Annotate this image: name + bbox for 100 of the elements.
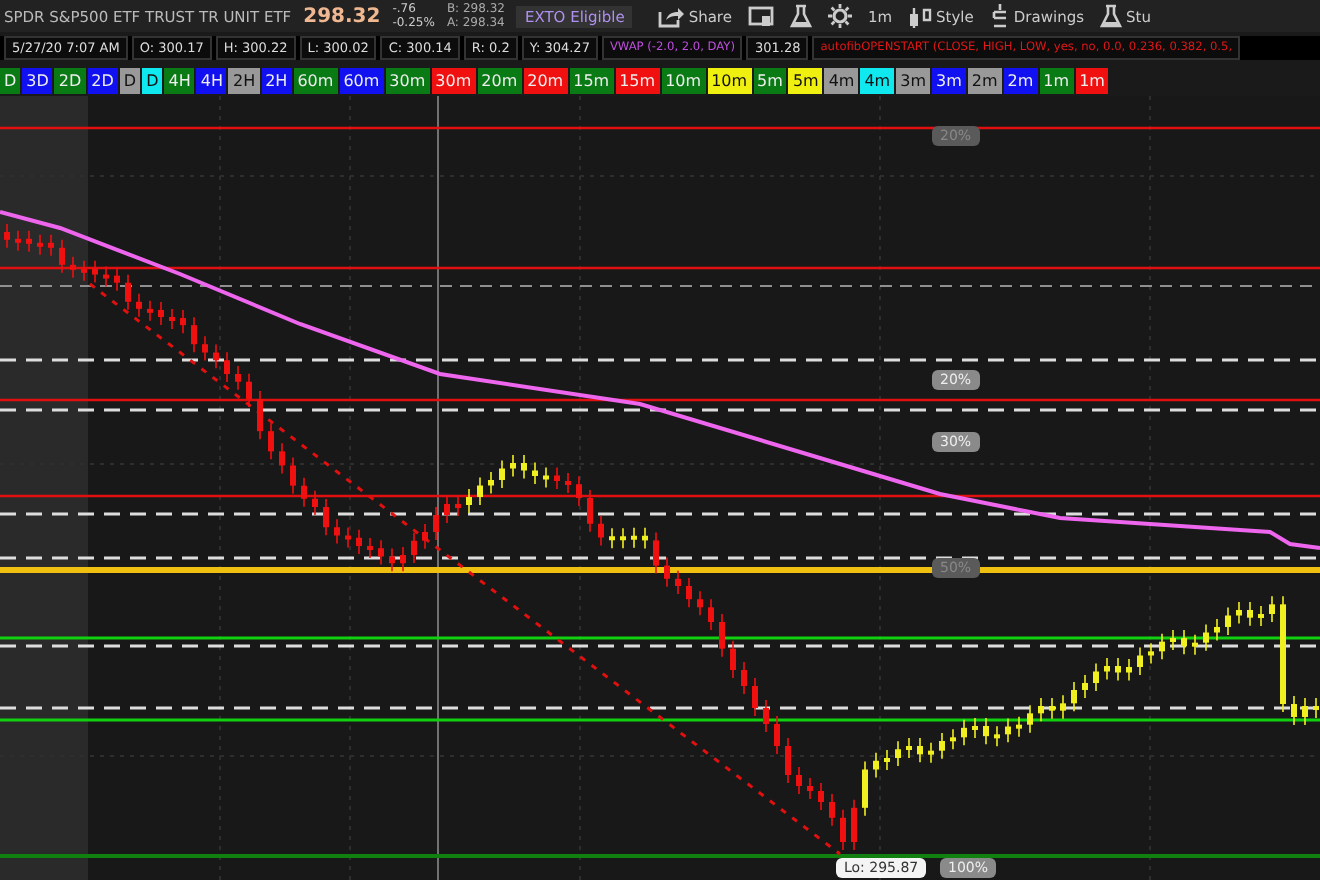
timeframe-button[interactable]: 4H bbox=[164, 68, 195, 94]
candlestick bbox=[125, 273, 131, 311]
candle-icon bbox=[908, 5, 933, 27]
candlestick bbox=[862, 760, 868, 817]
candlestick bbox=[312, 489, 318, 516]
settings-icon bbox=[827, 4, 852, 28]
timeframe-button[interactable]: 60m bbox=[293, 68, 338, 94]
candlestick bbox=[59, 239, 65, 274]
candlestick bbox=[994, 725, 1000, 748]
candlestick bbox=[136, 293, 142, 318]
timeframe-button[interactable]: 1m bbox=[1039, 68, 1074, 94]
candlestick bbox=[587, 489, 593, 533]
timeframe-button[interactable]: 30m bbox=[385, 68, 430, 94]
candlestick bbox=[1291, 695, 1297, 726]
candlestick bbox=[785, 737, 791, 784]
candlestick bbox=[686, 577, 692, 608]
timeframe-button[interactable]: 60m bbox=[339, 68, 384, 94]
timeframe-button[interactable]: 20m bbox=[477, 68, 522, 94]
candlestick bbox=[1302, 697, 1308, 726]
candlestick bbox=[697, 590, 703, 617]
candlestick bbox=[642, 526, 648, 550]
timeframe-button[interactable]: 30m bbox=[431, 68, 476, 94]
timeframe-button[interactable]: 3D bbox=[22, 68, 53, 94]
candlestick bbox=[1060, 694, 1066, 720]
candlestick bbox=[598, 514, 604, 547]
candlestick bbox=[499, 459, 505, 489]
candlestick bbox=[818, 782, 824, 811]
candlestick bbox=[730, 639, 736, 679]
timeframe-button[interactable]: 20m bbox=[523, 68, 568, 94]
candlestick bbox=[1093, 662, 1099, 692]
candlestick bbox=[1104, 657, 1110, 681]
timeframe-button[interactable]: 10m bbox=[661, 68, 706, 94]
candlestick bbox=[1203, 623, 1209, 652]
candlestick bbox=[1225, 606, 1231, 636]
timeframe-button[interactable]: D bbox=[0, 68, 21, 94]
candlestick bbox=[576, 475, 582, 507]
candlestick bbox=[1027, 704, 1033, 734]
candlestick bbox=[554, 466, 560, 490]
timeframe-button[interactable]: 3m bbox=[932, 68, 966, 94]
candlestick bbox=[367, 537, 373, 559]
timeframe-button[interactable]: 2D bbox=[87, 68, 118, 94]
candlestick bbox=[477, 476, 483, 506]
candlestick bbox=[191, 316, 197, 353]
timeframe-button[interactable]: 2D bbox=[54, 68, 86, 94]
candlestick bbox=[1280, 595, 1286, 713]
timeframe-button[interactable]: 15m bbox=[569, 68, 614, 94]
candlestick bbox=[1005, 717, 1011, 744]
timeframe-button[interactable]: 10m bbox=[707, 68, 752, 94]
candlestick bbox=[235, 365, 241, 391]
candlestick bbox=[565, 472, 571, 494]
candlestick bbox=[917, 737, 923, 764]
candlestick bbox=[1269, 595, 1275, 623]
timeframe-button[interactable]: 15m bbox=[615, 68, 660, 94]
candlestick bbox=[840, 809, 846, 851]
candlestick bbox=[972, 717, 978, 739]
candlestick bbox=[103, 265, 109, 288]
candlestick bbox=[796, 766, 802, 795]
timeframe-button[interactable]: 1m bbox=[1075, 68, 1109, 94]
timeframe-button[interactable]: 5m bbox=[753, 68, 787, 94]
candlestick bbox=[1016, 715, 1022, 738]
candlestick bbox=[807, 777, 813, 800]
candlestick bbox=[158, 301, 164, 326]
candlestick bbox=[466, 488, 472, 514]
candlestick bbox=[15, 230, 21, 252]
candlestick bbox=[961, 719, 967, 747]
timeframe-button[interactable]: 4m bbox=[824, 68, 859, 94]
timeframe-button[interactable]: 2H bbox=[228, 68, 260, 94]
timeframe-button[interactable]: 5m bbox=[788, 68, 823, 94]
candlestick bbox=[4, 223, 10, 249]
candlestick bbox=[829, 793, 835, 827]
candlestick bbox=[180, 309, 186, 334]
candlestick bbox=[334, 518, 340, 545]
timeframe-button[interactable]: 2H bbox=[261, 68, 292, 94]
timeframe-button[interactable]: 3m bbox=[896, 68, 930, 94]
candlestick bbox=[488, 471, 494, 495]
candlestick bbox=[653, 531, 659, 575]
timeframe-button[interactable]: 2m bbox=[967, 68, 1002, 94]
candlestick bbox=[543, 466, 549, 489]
timeframe-button[interactable]: 2m bbox=[1003, 68, 1038, 94]
dollar-icon bbox=[989, 4, 1010, 28]
candlestick bbox=[708, 598, 714, 631]
candlestick bbox=[246, 372, 252, 408]
candlestick bbox=[763, 699, 769, 733]
candlestick bbox=[620, 527, 626, 550]
candlestick bbox=[1071, 681, 1077, 713]
timeframe-button[interactable]: 4m bbox=[860, 68, 895, 94]
candlestick bbox=[345, 526, 351, 549]
candlestick bbox=[1247, 601, 1253, 627]
candlestick bbox=[213, 343, 219, 370]
candlestick bbox=[521, 454, 527, 480]
candlestick bbox=[268, 422, 274, 461]
timeframe-button[interactable]: 4H bbox=[196, 68, 227, 94]
timeframe-button[interactable]: D bbox=[119, 68, 141, 94]
candlestick bbox=[389, 547, 395, 573]
candlestick bbox=[895, 740, 901, 767]
candlestick bbox=[873, 751, 879, 779]
timeframe-button[interactable]: D bbox=[142, 68, 163, 94]
candlestick bbox=[631, 526, 637, 549]
candlestick bbox=[851, 799, 857, 851]
candlestick bbox=[1258, 605, 1264, 627]
